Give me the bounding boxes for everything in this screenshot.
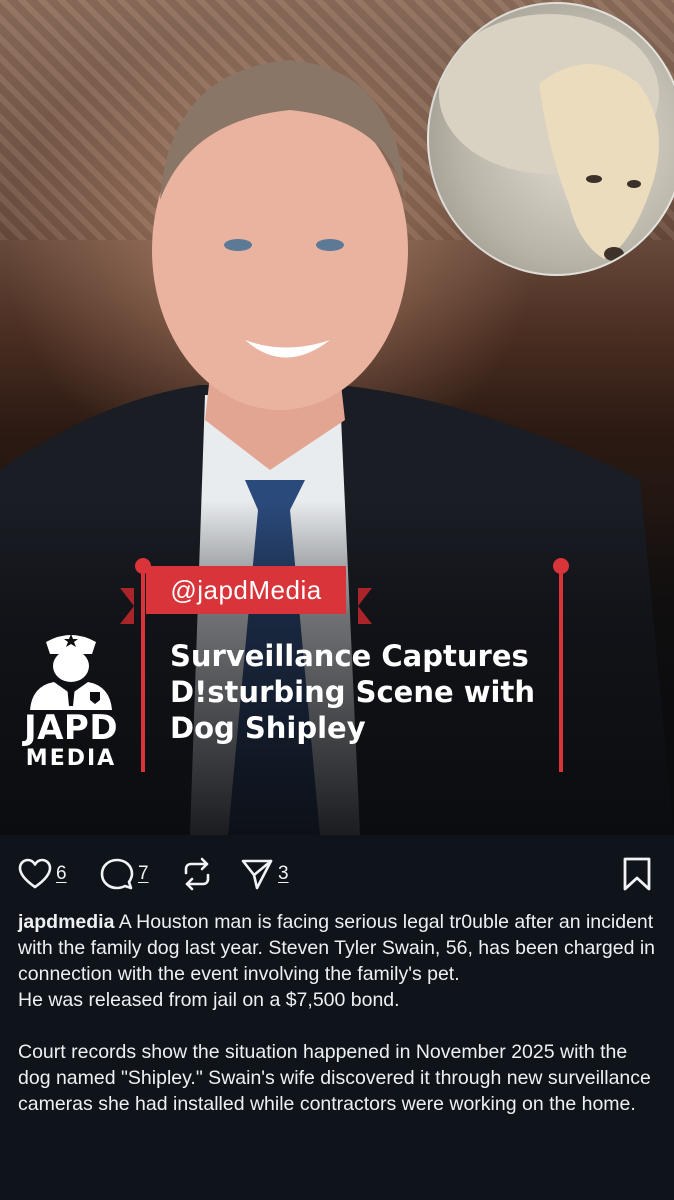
caption-paragraph: He was released from jail on a $7,500 bo… (18, 989, 400, 1011)
headline-line: Dog Shipley (170, 711, 366, 745)
overlay-handle: @japdMedia (170, 575, 322, 605)
send-icon (241, 859, 273, 890)
inset-dog-photo (427, 2, 674, 276)
ribbon-tail-left (120, 588, 134, 624)
handle-ribbon: @japdMedia (120, 566, 372, 624)
headline-line: D!sturbing Scene with (170, 675, 535, 709)
ribbon-tail-right (358, 588, 372, 624)
comment-button[interactable]: 7 (100, 857, 149, 891)
left-pin (135, 558, 151, 772)
headline-line: Surveillance Captures (170, 639, 529, 673)
post-caption: japdmedia A Houston man is facing seriou… (18, 909, 658, 1117)
caption-paragraph: japdmedia A Houston man is facing seriou… (18, 909, 658, 987)
bookmark-icon (623, 857, 651, 891)
repost-button[interactable] (180, 857, 214, 891)
repost-icon (184, 857, 210, 891)
brand-name: JAPD (23, 708, 119, 748)
dog-illustration (439, 14, 659, 261)
like-button[interactable]: 6 (18, 857, 67, 891)
caption-username[interactable]: japdmedia (18, 911, 114, 933)
comment-icon (100, 858, 134, 890)
like-count[interactable]: 6 (56, 863, 67, 885)
post-image[interactable]: @japdMedia Surveillance Captures D!sturb… (0, 0, 674, 835)
brand-logo: JAPD MEDIA (12, 626, 130, 776)
share-button[interactable]: 3 (240, 857, 289, 891)
caption-paragraph: Court records show the situation happene… (18, 1041, 651, 1115)
caption-text: A Houston man is facing serious legal tr… (18, 911, 656, 985)
bookmark-button[interactable] (622, 857, 652, 891)
action-bar: 6 7 3 (0, 835, 674, 911)
share-count[interactable]: 3 (278, 863, 289, 885)
right-pin-head (553, 558, 569, 574)
headline: Surveillance Captures D!sturbing Scene w… (170, 638, 570, 746)
heart-icon (18, 858, 52, 889)
comment-count[interactable]: 7 (138, 863, 149, 885)
brand-subtitle: MEDIA (25, 746, 117, 771)
police-officer-icon (30, 634, 112, 710)
